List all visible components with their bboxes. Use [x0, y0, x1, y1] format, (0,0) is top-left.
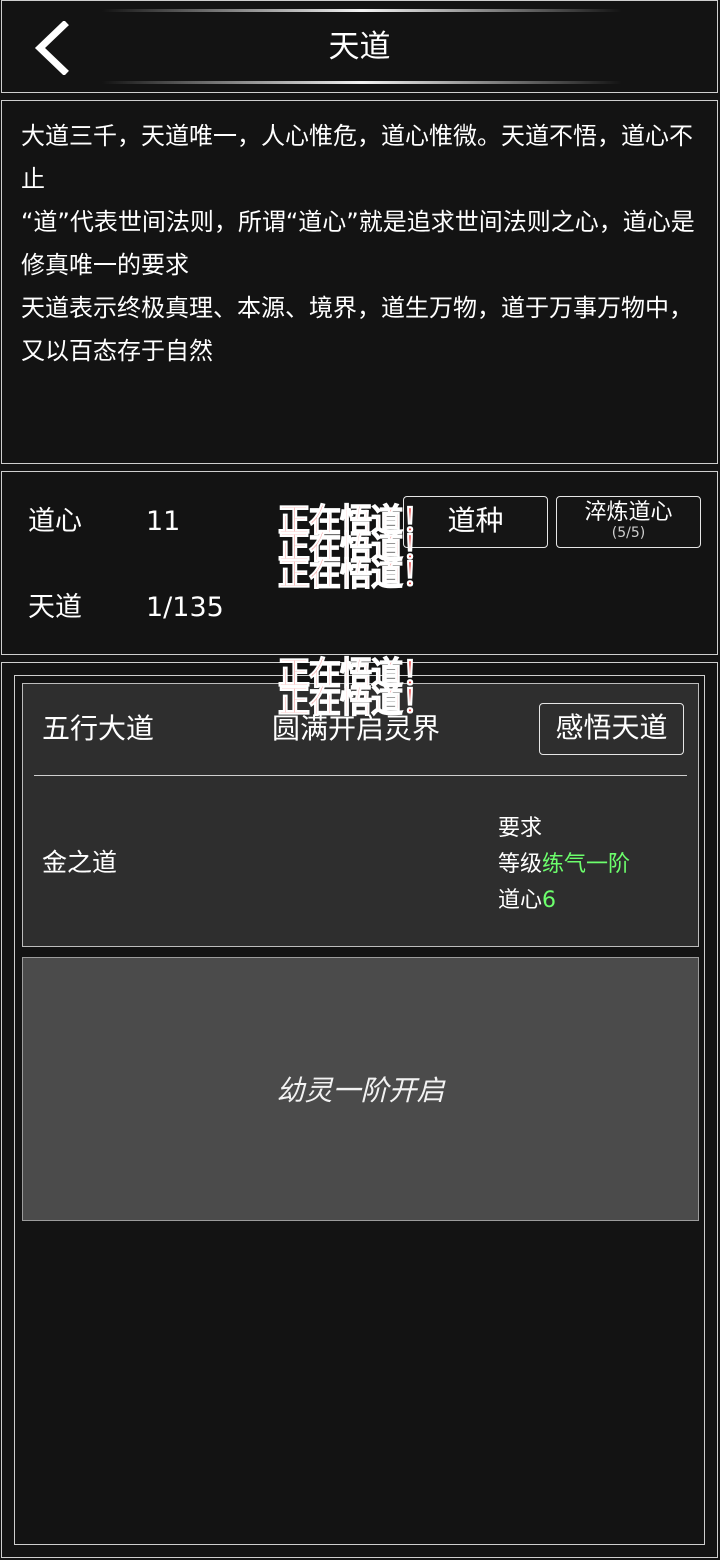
- refine-daoxin-label: 淬炼道心: [584, 500, 673, 525]
- dao-card-title: 五行大道: [42, 712, 155, 745]
- tiandao-label: 天道: [28, 592, 82, 623]
- daoxin-label: 道心: [28, 506, 82, 537]
- description-line: 大道三千，天道唯一，人心惟危，道心惟微。天道不悟，道心不止: [21, 122, 693, 193]
- locked-card: 幼灵一阶开启: [22, 957, 699, 1221]
- description-line: “道”代表世间法则，所谓“道心”就是追求世间法则之心，道心是修真唯一的要求: [21, 208, 695, 279]
- header-bar: 天道: [1, 0, 718, 93]
- requirement-level-value: 练气一阶: [542, 852, 631, 877]
- sub-dao-name: 金之道: [42, 848, 118, 877]
- requirements-title: 要求: [498, 816, 543, 841]
- comprehend-tiandao-button[interactable]: 感悟天道: [539, 703, 684, 755]
- description-panel: 大道三千，天道唯一，人心惟危，道心惟微。天道不悟，道心不止 “道”代表世间法则，…: [1, 100, 718, 464]
- page-title: 天道: [328, 29, 391, 65]
- description-text: 大道三千，天道唯一，人心惟危，道心惟微。天道不悟，道心不止 “道”代表世间法则，…: [21, 115, 701, 373]
- refine-daoxin-button[interactable]: 淬炼道心 (5/5): [556, 496, 701, 548]
- enlightening-float-text: 正在悟道！: [277, 682, 434, 720]
- dao-card: 五行大道 圆满开启灵界 感悟天道 金之道 要求 等级练气一阶 道心6: [22, 683, 699, 947]
- requirements: 要求 等级练气一阶 道心6: [498, 811, 630, 919]
- locked-card-text: 幼灵一阶开启: [276, 1074, 445, 1107]
- requirement-daoxin-label: 道心: [498, 888, 543, 913]
- requirement-daoxin-value: 6: [542, 888, 557, 913]
- enlightening-float-text: 正在悟道！: [277, 555, 434, 593]
- main-panel: 五行大道 圆满开启灵界 感悟天道 金之道 要求 等级练气一阶 道心6 幼灵一阶开…: [1, 662, 718, 1558]
- requirement-level: 等级练气一阶: [498, 847, 630, 883]
- refine-daoxin-count: (5/5): [611, 525, 646, 541]
- requirement-level-label: 等级: [498, 852, 543, 877]
- requirement-daoxin: 道心6: [498, 883, 630, 919]
- title-ornament-bottom: [102, 81, 622, 84]
- daoxin-value: 11: [146, 506, 181, 537]
- main-inner-frame: 五行大道 圆满开启灵界 感悟天道 金之道 要求 等级练气一阶 道心6 幼灵一阶开…: [14, 675, 705, 1545]
- tiandao-value: 1/135: [146, 592, 224, 623]
- description-line: 天道表示终极真理、本源、境界，道生万物，道于万事万物中，又以百态存于自然: [21, 294, 693, 365]
- title-ornament-top: [102, 9, 622, 12]
- card-divider: [34, 775, 687, 776]
